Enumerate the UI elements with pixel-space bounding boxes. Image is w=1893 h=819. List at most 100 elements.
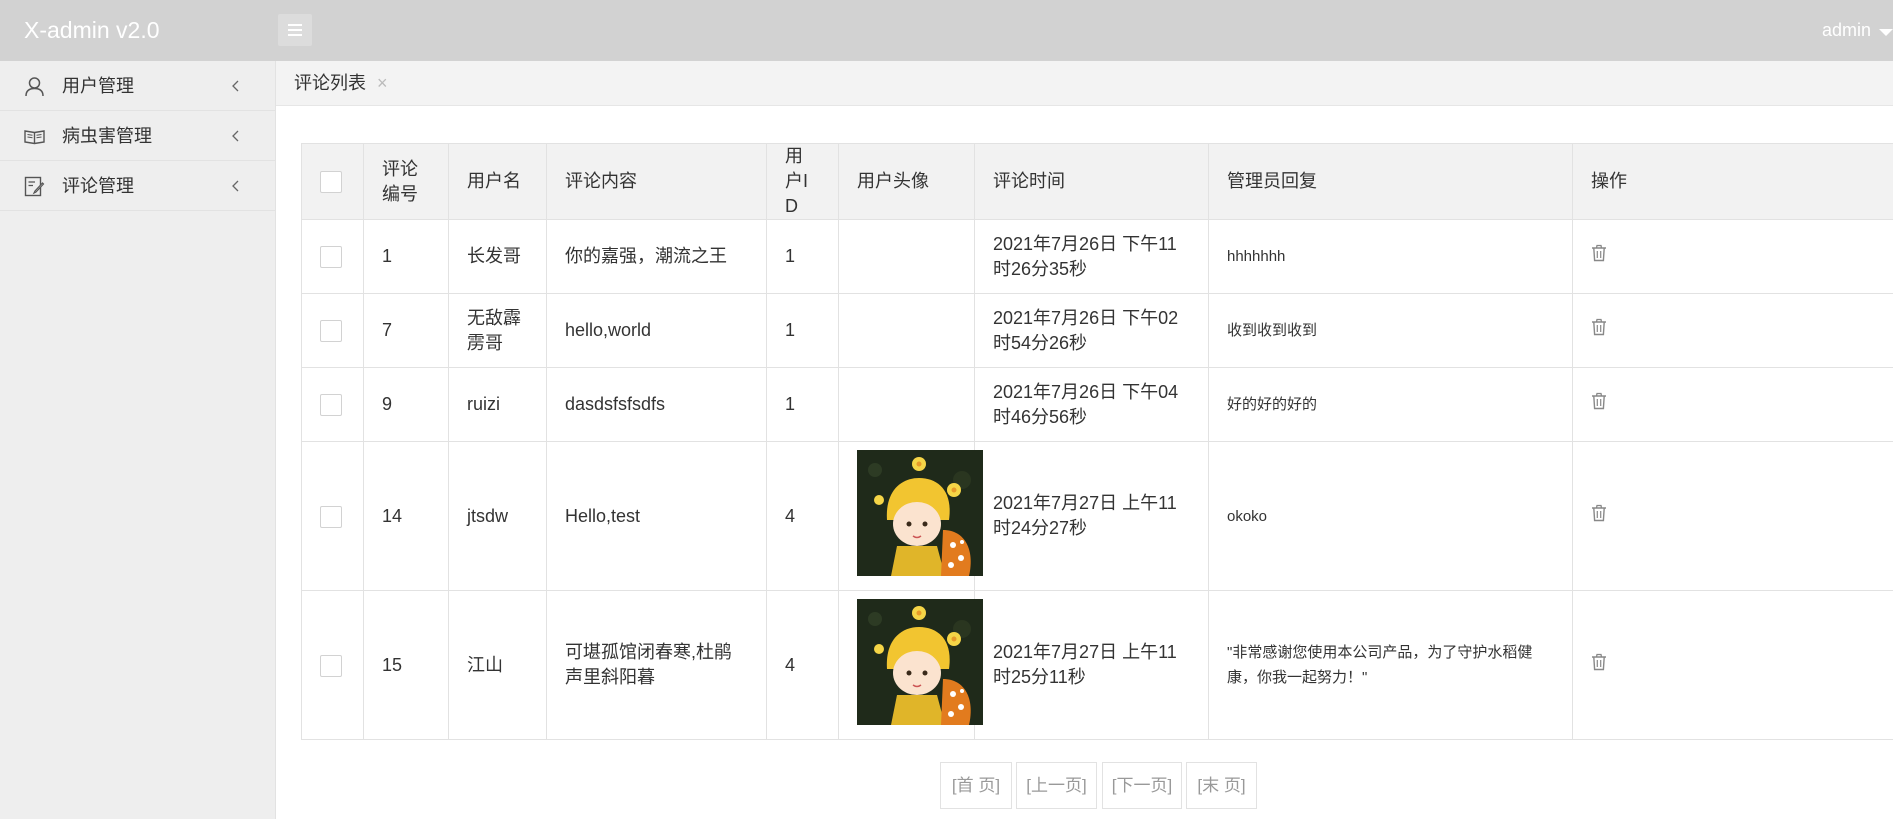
- row-checkbox[interactable]: [320, 394, 342, 417]
- menu-toggle-button[interactable]: [278, 14, 312, 46]
- hamburger-icon: [288, 24, 302, 26]
- comment-time: 2021年7月27日 上午11时25分11秒: [974, 590, 1209, 740]
- row-select-cell: [301, 367, 364, 442]
- sidebar-item-comment-management[interactable]: 评论管理: [0, 161, 275, 211]
- username: 无敌霹雳哥: [448, 293, 547, 368]
- comment-content: 可堪孤馆闭春寒,杜鹃声里斜阳暮: [546, 590, 767, 740]
- action-cell: [1572, 590, 1893, 740]
- avatar-cell: [838, 293, 975, 368]
- comment-time: 2021年7月26日 下午11时26分35秒: [974, 219, 1209, 294]
- sidebar-item-label: 病虫害管理: [62, 126, 152, 146]
- column-header[interactable]: 评论时间: [974, 143, 1209, 220]
- sidebar-item-pest-management[interactable]: 病虫害管理: [0, 111, 275, 161]
- top-bar: X-admin v2.0 admin: [0, 0, 1893, 61]
- sidebar-item-user-management[interactable]: 用户管理: [0, 61, 275, 111]
- table-row: 14 jtsdw Hello,test 4 2021年7月27日 上午11时24…: [301, 441, 1893, 591]
- trash-icon[interactable]: [1591, 653, 1607, 671]
- row-select-cell: [301, 590, 364, 740]
- column-header[interactable]: 用户名: [448, 143, 547, 220]
- action-cell: [1572, 293, 1893, 368]
- comment-id: 15: [363, 590, 449, 740]
- comment-content: 你的嘉强，潮流之王: [546, 219, 767, 294]
- comment-id: 9: [363, 367, 449, 442]
- comment-content: hello,world: [546, 293, 767, 368]
- username: 长发哥: [448, 219, 547, 294]
- avatar-cell: [838, 590, 983, 740]
- row-checkbox[interactable]: [320, 654, 342, 677]
- comment-time: 2021年7月27日 上午11时24分27秒: [974, 441, 1209, 591]
- select-all-cell: [301, 143, 364, 220]
- admin-reply: "非常感谢您使用本公司产品，为了守护水稻健康，你我一起努力！": [1208, 590, 1573, 740]
- close-icon[interactable]: ×: [377, 61, 388, 105]
- admin-reply: 好的好的好的: [1208, 367, 1573, 442]
- user-id: 1: [766, 367, 839, 442]
- row-checkbox[interactable]: [320, 246, 342, 269]
- next-page-button[interactable]: [下一页]: [1102, 762, 1182, 809]
- username: ruizi: [448, 367, 547, 442]
- user-id: 1: [766, 219, 839, 294]
- username: 江山: [448, 590, 547, 740]
- column-header[interactable]: 用户ID: [766, 143, 839, 220]
- table-row: 15 江山 可堪孤馆闭春寒,杜鹃声里斜阳暮 4 2021年7月27日 上午11时…: [301, 590, 1893, 740]
- user-id: 1: [766, 293, 839, 368]
- user-menu[interactable]: admin: [1822, 0, 1871, 61]
- row-select-cell: [301, 219, 364, 294]
- select-all-checkbox[interactable]: [320, 171, 342, 194]
- admin-reply: okoko: [1208, 441, 1573, 591]
- trash-icon[interactable]: [1591, 392, 1607, 410]
- row-select-cell: [301, 293, 364, 368]
- last-page-button[interactable]: [末 页]: [1186, 762, 1257, 809]
- user-name: admin: [1821, 20, 1871, 40]
- trash-icon[interactable]: [1591, 244, 1607, 262]
- table-row: 9 ruizi dasdsfsfsdfs 1 2021年7月26日 下午04时4…: [301, 367, 1893, 442]
- user-id: 4: [766, 441, 839, 591]
- table-row: 1 长发哥 你的嘉强，潮流之王 1 2021年7月26日 下午11时26分35秒…: [301, 219, 1893, 294]
- comment-id: 14: [363, 441, 449, 591]
- comment-time: 2021年7月26日 下午04时46分56秒: [974, 367, 1209, 442]
- row-checkbox[interactable]: [320, 505, 342, 528]
- row-checkbox[interactable]: [320, 320, 342, 343]
- pagination: [首 页] [上一页] [下一页] [末 页]: [276, 762, 1893, 810]
- user-icon: [25, 77, 44, 97]
- book-icon: [24, 130, 45, 145]
- avatar: [857, 449, 983, 576]
- table-header-row: 评论编号 用户名 评论内容 用户ID 用户头像 评论时间 管理员回复 操作: [301, 143, 1893, 220]
- app-logo[interactable]: X-admin v2.0: [0, 0, 275, 61]
- avatar-cell: [838, 441, 983, 591]
- sidebar-item-label: 评论管理: [62, 176, 134, 196]
- avatar: [857, 598, 983, 725]
- comment-content: dasdsfsfsdfs: [546, 367, 767, 442]
- column-header[interactable]: 评论内容: [546, 143, 767, 220]
- column-header[interactable]: 评论编号: [363, 143, 449, 220]
- username: jtsdw: [448, 441, 547, 591]
- first-page-button[interactable]: [首 页]: [940, 762, 1012, 809]
- action-cell: [1572, 219, 1893, 294]
- caret-down-icon[interactable]: [1879, 29, 1893, 36]
- tab-comment-list[interactable]: 评论列表: [294, 61, 366, 105]
- prev-page-button[interactable]: [上一页]: [1016, 762, 1097, 809]
- action-cell: [1572, 441, 1893, 591]
- column-header[interactable]: 操作: [1572, 143, 1893, 220]
- row-select-cell: [301, 441, 364, 591]
- user-id: 4: [766, 590, 839, 740]
- hamburger-icon-line: [288, 34, 302, 36]
- tab-bar: 评论列表 ×: [276, 61, 1893, 106]
- comment-time: 2021年7月26日 下午02时54分26秒: [974, 293, 1209, 368]
- hamburger-icon-line: [288, 29, 302, 31]
- main-content: 评论编号 用户名 评论内容 用户ID 用户头像 评论时间 管理员回复 操作 1 …: [276, 106, 1893, 819]
- chevron-left-icon: [232, 180, 239, 192]
- column-header[interactable]: 用户头像: [838, 143, 975, 220]
- comment-content: Hello,test: [546, 441, 767, 591]
- admin-reply: 收到收到收到: [1208, 293, 1573, 368]
- admin-reply: hhhhhhh: [1208, 219, 1573, 294]
- comment-id: 7: [363, 293, 449, 368]
- chevron-left-icon: [232, 80, 239, 92]
- trash-icon[interactable]: [1591, 504, 1607, 522]
- edit-note-icon: [24, 176, 45, 197]
- column-header[interactable]: 管理员回复: [1208, 143, 1573, 220]
- trash-icon[interactable]: [1591, 318, 1607, 336]
- chevron-left-icon: [232, 130, 239, 142]
- avatar-cell: [838, 219, 975, 294]
- comment-table: 评论编号 用户名 评论内容 用户ID 用户头像 评论时间 管理员回复 操作 1 …: [301, 143, 1893, 740]
- comment-id: 1: [363, 219, 449, 294]
